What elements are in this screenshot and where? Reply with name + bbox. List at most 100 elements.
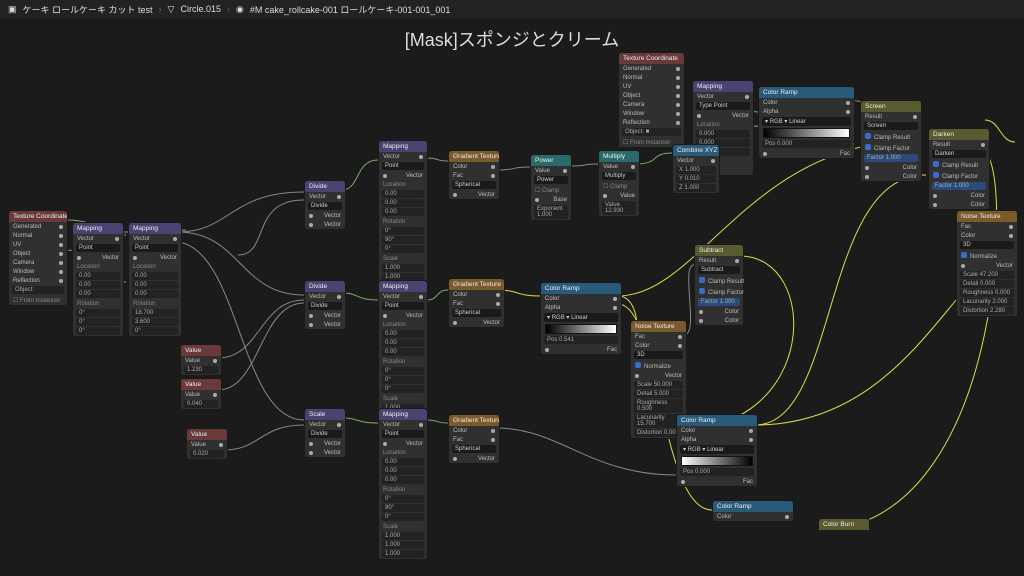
node-header[interactable]: Combine XYZ xyxy=(673,145,719,156)
node-colorramp[interactable]: Color Ramp Color Alpha ▾ RGB ▾ Linear Po… xyxy=(540,282,622,355)
node-darken[interactable]: Darken Result Darken Clamp Result Clamp … xyxy=(928,128,990,210)
num-field[interactable]: 0° xyxy=(76,318,120,326)
socket[interactable]: Vector xyxy=(129,234,181,243)
socket[interactable]: Vector xyxy=(129,253,181,262)
crumb-material[interactable]: #M cake_rollcake-001 ロールケーキ-001-001_001 xyxy=(250,3,451,16)
socket[interactable]: Fac xyxy=(759,149,854,158)
node-header[interactable]: Gradient Texture xyxy=(449,279,504,290)
socket[interactable]: Color xyxy=(541,294,621,303)
num-field[interactable]: 0.00 xyxy=(76,281,120,289)
gradient-bar[interactable] xyxy=(763,128,850,138)
node-colorramp[interactable]: Color Ramp Color xyxy=(712,500,794,522)
num-field[interactable]: 0° xyxy=(382,245,424,253)
node-value[interactable]: Value Value 1.230 xyxy=(180,344,222,376)
socket[interactable]: Color xyxy=(449,426,499,435)
type-drop[interactable]: Point xyxy=(132,244,178,252)
socket[interactable]: Vector xyxy=(379,439,427,448)
num-field[interactable]: Value 12.930 xyxy=(602,201,636,215)
clamp[interactable]: ☐ Clamp xyxy=(531,185,571,195)
socket[interactable]: Vector xyxy=(957,261,1017,270)
node-header[interactable]: Gradient Texture xyxy=(449,415,499,426)
pos-field[interactable]: Pos 0.000 xyxy=(762,140,851,148)
socket[interactable]: Vector xyxy=(305,439,345,448)
socket[interactable]: Value xyxy=(599,162,639,171)
socket[interactable]: Vector xyxy=(305,192,345,201)
num-field[interactable]: Scale 50.000 xyxy=(634,381,683,389)
node-mapping[interactable]: Mapping Vector Point Vector Location 0.0… xyxy=(128,222,182,337)
socket[interactable]: Vector xyxy=(305,311,345,320)
socket[interactable]: UV xyxy=(9,240,67,249)
gradient-bar[interactable] xyxy=(681,456,753,466)
num-field[interactable]: 0.020 xyxy=(190,450,224,458)
node-texcoord[interactable]: Texture Coordinate Generated Normal UV O… xyxy=(618,52,685,148)
socket[interactable]: Vector xyxy=(73,234,123,243)
node-header[interactable]: Gradient Texture xyxy=(449,151,499,162)
socket[interactable]: Fac xyxy=(541,345,621,354)
socket[interactable]: Value xyxy=(187,440,227,449)
node-header[interactable]: Mapping xyxy=(379,141,427,152)
node-value[interactable]: Value Value 0.020 xyxy=(186,428,228,460)
dim-drop[interactable]: 3D xyxy=(960,241,1014,249)
socket[interactable]: Vector xyxy=(631,371,686,380)
dim-drop[interactable]: 3D xyxy=(634,351,683,359)
socket[interactable]: Vector xyxy=(379,152,427,161)
object-field[interactable]: Object: ■ xyxy=(622,128,681,136)
num-field[interactable]: 0.00 xyxy=(76,290,120,298)
socket[interactable]: Fac xyxy=(449,435,499,444)
num-field[interactable]: 0.00 xyxy=(382,467,424,475)
socket[interactable]: Alpha xyxy=(677,435,757,444)
socket[interactable]: Camera xyxy=(619,100,684,109)
socket[interactable]: Vector xyxy=(305,420,345,429)
from-instancer[interactable]: ☐ From Instancer xyxy=(9,295,67,305)
socket[interactable]: Color xyxy=(695,316,743,325)
node-header[interactable]: Mapping xyxy=(693,81,753,92)
normalize[interactable]: Normalize xyxy=(957,250,1017,261)
node-gradient[interactable]: Gradient Texture Color Fac Spherical Vec… xyxy=(448,278,505,328)
node-header[interactable]: Mapping xyxy=(129,223,181,234)
pos-field[interactable]: Pos 0.000 xyxy=(680,468,754,476)
num-field[interactable]: Scale 47.200 xyxy=(960,271,1014,279)
socket[interactable]: Fac xyxy=(449,171,499,180)
node-screen[interactable]: Screen Result Screen Clamp Result Clamp … xyxy=(860,100,922,182)
num-field[interactable]: 0.000 xyxy=(696,130,750,138)
socket[interactable]: Vector xyxy=(693,111,753,120)
socket[interactable]: UV xyxy=(619,82,684,91)
socket[interactable]: Fac xyxy=(631,332,686,341)
clamp-result[interactable]: Clamp Result xyxy=(929,159,989,170)
socket[interactable]: Normal xyxy=(619,73,684,82)
num-field[interactable]: 1.000 xyxy=(382,550,424,558)
clamp[interactable]: ☐ Clamp xyxy=(599,181,639,191)
node-header[interactable]: Mapping xyxy=(379,409,427,420)
socket[interactable]: Color xyxy=(929,191,989,200)
socket[interactable]: Value xyxy=(599,191,639,200)
socket[interactable]: Vector xyxy=(449,190,499,199)
normalize[interactable]: Normalize xyxy=(631,360,686,371)
clamp-factor[interactable]: Clamp Factor xyxy=(861,142,921,153)
num-field[interactable]: 0.00 xyxy=(132,290,178,298)
num-field[interactable]: Roughness 0.000 xyxy=(960,289,1014,297)
socket[interactable]: Vector xyxy=(379,311,427,320)
num-field[interactable]: 0° xyxy=(382,227,424,235)
num-field[interactable]: 18.700 xyxy=(132,309,178,317)
factor-field[interactable]: Factor 1.000 xyxy=(698,298,740,306)
num-field[interactable]: 1.000 xyxy=(382,264,424,272)
socket[interactable]: Alpha xyxy=(759,107,854,116)
num-field[interactable]: 0.00 xyxy=(382,458,424,466)
node-header[interactable]: Noise Texture xyxy=(957,211,1017,222)
socket[interactable]: Alpha xyxy=(541,303,621,312)
object-field[interactable]: Object: xyxy=(12,286,64,294)
socket[interactable]: Normal xyxy=(9,231,67,240)
socket[interactable]: Vector xyxy=(449,454,499,463)
num-field[interactable]: 0° xyxy=(76,327,120,335)
socket[interactable]: Window xyxy=(9,267,67,276)
num-field[interactable]: Exponent 1.000 xyxy=(534,205,568,219)
node-gradient[interactable]: Gradient Texture Color Fac Spherical Vec… xyxy=(448,414,500,464)
socket[interactable]: Color xyxy=(759,98,854,107)
clamp-result[interactable]: Clamp Result xyxy=(695,275,743,286)
node-value[interactable]: Value Value 0.040 xyxy=(180,378,222,410)
num-field[interactable]: 0.00 xyxy=(132,281,178,289)
op-drop[interactable]: Divide xyxy=(308,430,342,438)
socket[interactable]: Value xyxy=(181,356,221,365)
num-field[interactable]: 0.040 xyxy=(184,400,218,408)
type-drop[interactable]: Type Point xyxy=(696,102,750,110)
